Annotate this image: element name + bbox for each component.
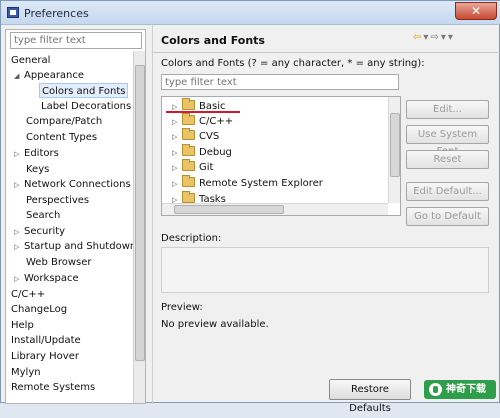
tree-item-appearance[interactable]: ◢ Appearance [14, 68, 84, 83]
tree-item-c-cpp[interactable]: C/C++ [11, 287, 45, 302]
collapsed-twisty-icon[interactable]: ▷ [172, 130, 182, 145]
tree-item-security[interactable]: ▷ Security [14, 224, 65, 239]
colors-tree-vertical-scrollbar[interactable] [388, 97, 400, 203]
header-separator [153, 52, 500, 53]
back-arrow-icon[interactable]: ⇦ [413, 32, 423, 43]
title-bar: Preferences ✕ [1, 1, 500, 25]
edit-button[interactable]: Edit... [406, 100, 489, 119]
left-filter-input[interactable] [10, 32, 142, 49]
cf-item-c-cpp[interactable]: ▷ C/C++ [172, 113, 233, 130]
tree-item-general[interactable]: General [11, 53, 50, 68]
close-button[interactable]: ✕ [455, 2, 497, 20]
colors-tree-horizontal-scrollbar[interactable] [162, 203, 388, 215]
tree-item-library-hover[interactable]: Library Hover [11, 349, 79, 364]
view-menu-icon[interactable]: ▾ [448, 32, 455, 43]
collapsed-twisty-icon[interactable]: ▷ [14, 240, 24, 255]
tree-item-content-types[interactable]: Content Types [26, 130, 97, 145]
preview-text: No preview available. [161, 319, 269, 330]
tree-item-changelog[interactable]: ChangeLog [11, 302, 67, 317]
folder-icon [182, 128, 195, 140]
tree-item-install-update[interactable]: Install/Update [11, 333, 81, 348]
forward-arrow-icon[interactable]: ⇨ [430, 32, 440, 43]
reset-button[interactable]: Reset [406, 150, 489, 169]
collapsed-twisty-icon[interactable]: ▷ [172, 177, 182, 192]
tree-item-startup-and-shutdown[interactable]: ▷ Startup and Shutdown [14, 239, 136, 254]
tree-item-search[interactable]: Search [26, 208, 60, 223]
folder-icon [182, 175, 195, 187]
preference-tree-pane: General ◢Appearance Colors and Fonts Lab… [5, 29, 146, 404]
collapsed-twisty-icon[interactable]: ▷ [172, 146, 182, 161]
description-box [161, 247, 489, 293]
folder-icon [182, 191, 195, 203]
preferences-window: Preferences ✕ General ◢Appearance Colors… [0, 0, 500, 414]
tree-item-workspace[interactable]: ▷ Workspace [14, 271, 79, 286]
description-label: Description: [161, 233, 222, 244]
preview-label: Preview: [161, 302, 203, 313]
tree-item-help[interactable]: Help [11, 318, 34, 333]
tree-item-web-browser[interactable]: Web Browser [26, 255, 92, 270]
collapsed-twisty-icon[interactable]: ▷ [14, 178, 24, 193]
go-to-default-button[interactable]: Go to Default [406, 207, 489, 226]
forward-menu-icon[interactable]: ▾ [441, 32, 448, 43]
tree-item-mylyn[interactable]: Mylyn [11, 365, 41, 380]
folder-icon [182, 159, 195, 171]
history-nav: ⇦▾⇨▾▾ [413, 32, 455, 43]
cf-item-git[interactable]: ▷ Git [172, 159, 213, 176]
folder-icon [182, 144, 195, 156]
cf-item-debug[interactable]: ▷ Debug [172, 144, 232, 161]
colors-fonts-tree: ▷ Basic ▷ C/C++ ▷ CVS ▷ Debug ▷ Git ▷ Remote S… [161, 96, 401, 216]
use-system-font-button[interactable]: Use System Font [406, 125, 489, 157]
tree-item-perspectives[interactable]: Perspectives [26, 193, 89, 208]
collapsed-twisty-icon[interactable]: ▷ [14, 272, 24, 287]
expanded-twisty-icon[interactable]: ◢ [14, 69, 24, 84]
page-title: Colors and Fonts [161, 34, 265, 47]
tree-item-editors[interactable]: ▷ Editors [14, 146, 59, 161]
cf-item-cvs[interactable]: ▷ CVS [172, 128, 219, 145]
left-scroll-thumb[interactable] [135, 65, 145, 361]
tree-item-compare-patch[interactable]: Compare/Patch [26, 114, 102, 129]
colors-filter-input[interactable] [161, 74, 399, 90]
collapsed-twisty-icon[interactable]: ▷ [172, 115, 182, 130]
cf-item-remote-system-explorer[interactable]: ▷ Remote System Explorer [172, 175, 323, 192]
restore-defaults-button[interactable]: Restore Defaults [329, 379, 411, 414]
eclipse-app-icon [7, 7, 19, 18]
tree-item-label-decorations[interactable]: Label Decorations [41, 99, 131, 114]
tree-item-network-connections[interactable]: ▷ Network Connections [14, 177, 131, 192]
watermark-logo-icon [429, 383, 442, 396]
collapsed-twisty-icon[interactable]: ▷ [14, 147, 24, 162]
collapsed-twisty-icon[interactable]: ▷ [14, 225, 24, 240]
tree-item-colors-and-fonts[interactable]: Colors and Fonts [39, 83, 129, 98]
tree-item-remote-systems[interactable]: Remote Systems [11, 380, 95, 395]
site-watermark: 神奇下载 [424, 380, 496, 399]
pane-divider[interactable] [152, 25, 153, 404]
folder-icon [182, 113, 195, 125]
colors-tree-vscroll-thumb[interactable] [390, 113, 400, 177]
collapsed-twisty-icon[interactable]: ▷ [172, 161, 182, 176]
folder-icon [182, 98, 195, 110]
colors-tree-hscroll-thumb[interactable] [174, 205, 284, 214]
filter-label: Colors and Fonts (? = any character, * =… [161, 58, 425, 69]
tree-item-keys[interactable]: Keys [26, 162, 49, 177]
edit-default-button[interactable]: Edit Default... [406, 182, 489, 201]
window-title: Preferences [24, 7, 89, 20]
highlight-underline [166, 111, 240, 113]
left-vertical-scrollbar[interactable] [133, 51, 145, 403]
